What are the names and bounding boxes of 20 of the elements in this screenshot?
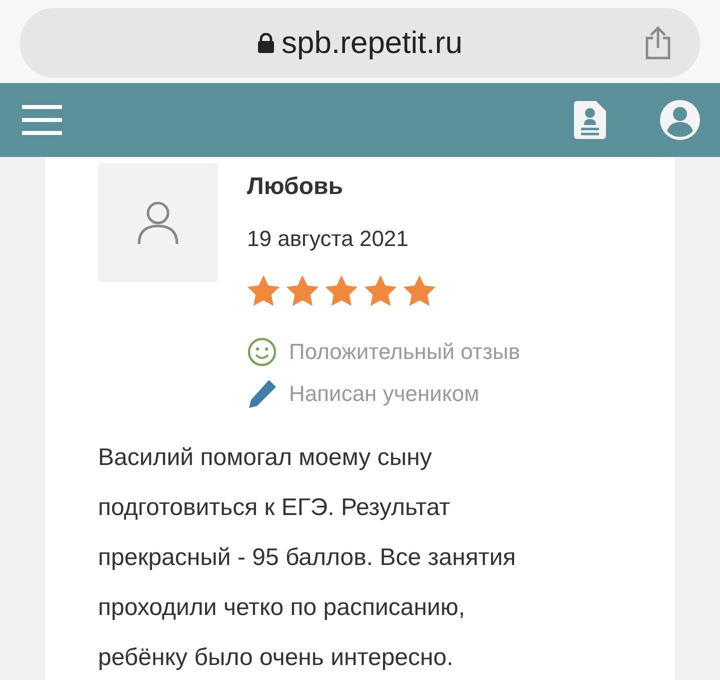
profile-icon[interactable] xyxy=(660,100,700,140)
star-icon xyxy=(325,275,358,307)
tag-text: Положительный отзыв xyxy=(289,338,520,366)
user-icon xyxy=(137,200,179,244)
url-text: spb.repetit.ru xyxy=(282,24,462,62)
menu-icon[interactable] xyxy=(22,104,62,136)
smiley-icon xyxy=(247,336,277,366)
resume-icon[interactable] xyxy=(574,101,606,139)
share-icon[interactable] xyxy=(644,26,672,60)
address-bar[interactable]: spb.repetit.ru xyxy=(20,8,700,78)
star-icon xyxy=(403,275,436,307)
star-icon xyxy=(247,275,280,307)
lock-icon xyxy=(258,33,274,53)
star-icon xyxy=(286,275,319,307)
review-text: Василий помогал моему сыну подготовиться к ЕГЭ. Результат прекрасный - 95 баллов. Все занятия проходили четко по расписанию, ребёнку было очень интересно. xyxy=(98,443,517,673)
tag-text: Написан учеником xyxy=(289,380,480,408)
author-name: Любовь xyxy=(247,172,344,202)
star-icon xyxy=(364,275,397,307)
pencil-icon xyxy=(247,378,277,408)
review-date: 19 августа 2021 xyxy=(247,225,410,253)
